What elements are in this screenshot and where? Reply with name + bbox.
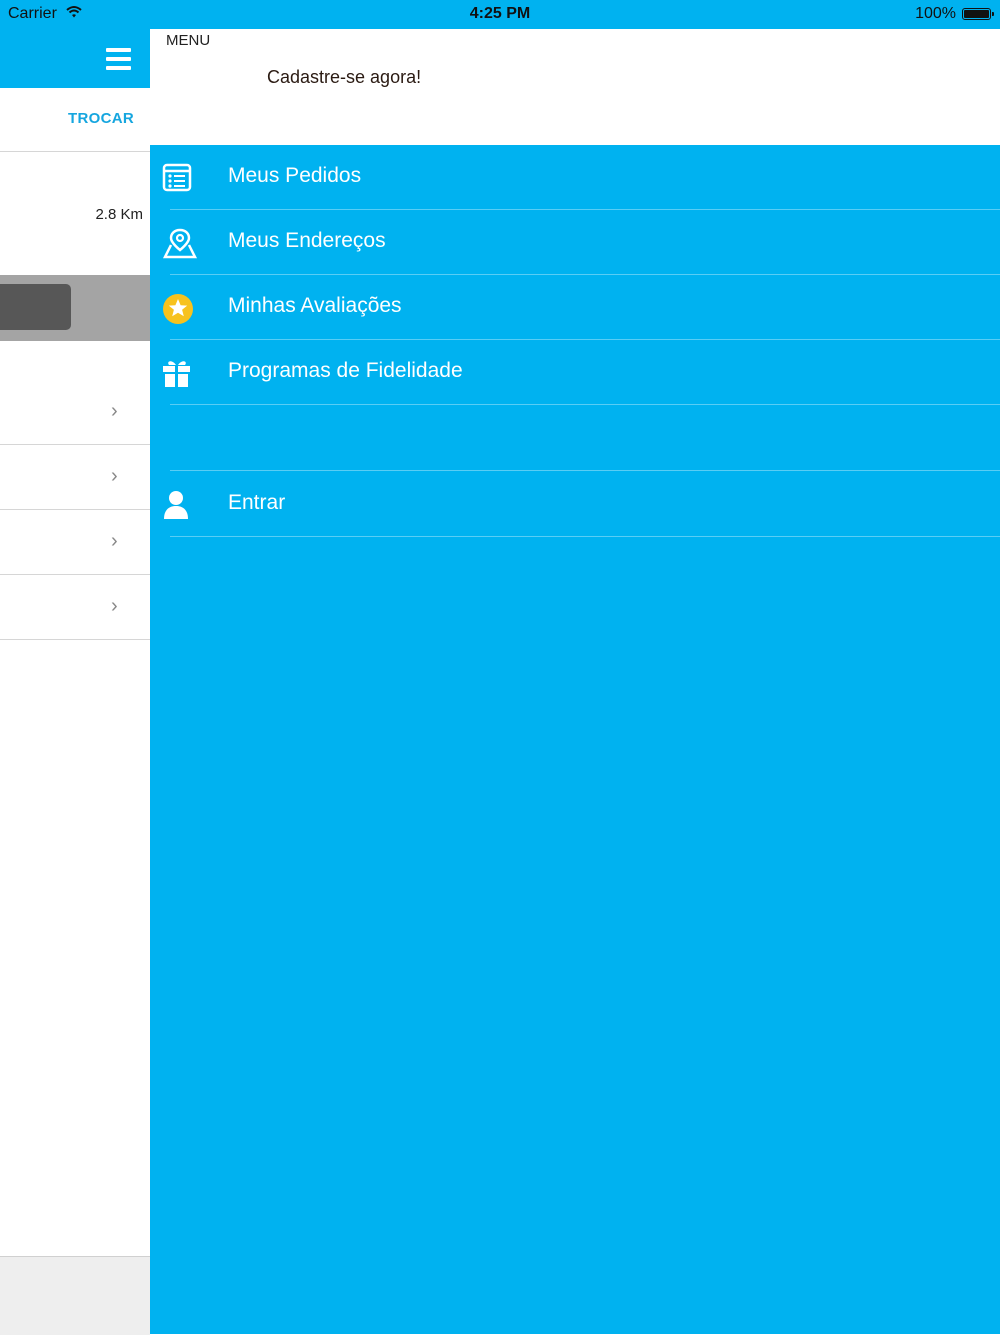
divider (0, 639, 150, 640)
clock: 4:25 PM (469, 5, 531, 22)
divider (170, 536, 1000, 537)
menu-item-reviews[interactable]: Minhas Avaliações (150, 275, 1000, 340)
chevron-right-icon[interactable]: › (111, 466, 118, 486)
divider (170, 404, 1000, 405)
user-icon (162, 489, 194, 521)
battery-percentage: 100% (915, 5, 956, 22)
chevron-right-icon[interactable]: › (111, 531, 118, 551)
map-pin-icon (162, 227, 198, 259)
menu-item-label: Minhas Avaliações (228, 294, 402, 317)
menu-title: MENU (166, 32, 211, 49)
divider (0, 444, 150, 445)
signup-link[interactable]: Cadastre-se agora! (267, 67, 421, 88)
distance-label: 2.8 Km (95, 206, 143, 223)
menu-item-label: Entrar (228, 491, 286, 514)
gift-icon (162, 357, 194, 389)
change-button[interactable]: TROCAR (0, 110, 134, 127)
chevron-right-icon[interactable]: › (111, 401, 118, 421)
list-icon (162, 162, 194, 194)
divider (170, 470, 1000, 471)
menu-item-orders[interactable]: Meus Pedidos (150, 145, 1000, 210)
bottom-bar (0, 1256, 150, 1335)
menu-item-addresses[interactable]: Meus Endereços (150, 210, 1000, 275)
menu-item-login[interactable]: Entrar (150, 472, 1000, 537)
hamburger-menu-icon[interactable] (106, 48, 131, 70)
menu-item-label: Meus Pedidos (228, 164, 362, 187)
menu-header: MENU Cadastre-se agora! (150, 29, 1000, 145)
divider (0, 151, 150, 152)
divider (0, 509, 150, 510)
divider (0, 574, 150, 575)
menu-item-label: Meus Endereços (228, 229, 386, 252)
battery-icon (962, 8, 994, 20)
star-icon (162, 292, 194, 324)
background-button[interactable] (0, 284, 71, 330)
background-header (0, 29, 150, 88)
chevron-right-icon[interactable]: › (111, 596, 118, 616)
menu-item-loyalty[interactable]: Programas de Fidelidade (150, 340, 1000, 405)
status-bar: Carrier 4:25 PM 100% (0, 0, 1000, 29)
side-menu: Meus Pedidos Meus Endereços Minhas Avali… (150, 145, 1000, 1334)
menu-item-label: Programas de Fidelidade (228, 359, 463, 382)
